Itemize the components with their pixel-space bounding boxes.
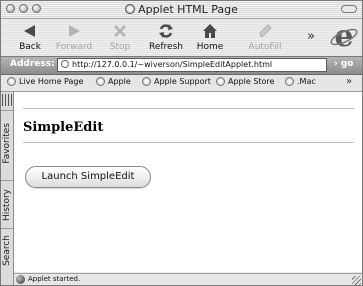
tab-history-label: History: [2, 189, 12, 222]
title-bar[interactable]: Applet HTML Page: [1, 1, 362, 19]
toolbar-more-button[interactable]: »: [307, 29, 315, 44]
tab-history[interactable]: History: [1, 181, 13, 227]
favorite-apple[interactable]: Apple: [96, 77, 131, 86]
tab-favorites-label: Favorites: [2, 123, 12, 164]
autofill-pen-icon: [259, 24, 272, 38]
back-arrow-icon: [24, 25, 35, 37]
favorite-apple-store[interactable]: Apple Store: [216, 77, 274, 86]
bookmark-icon: [7, 77, 16, 86]
resize-grip[interactable]: [352, 276, 361, 285]
favorite-label: .Mac: [297, 77, 316, 86]
favorite-label: Apple Support: [154, 77, 211, 86]
go-button[interactable]: › go: [334, 59, 353, 69]
explorer-bar-tabs: Favorites History Search: [1, 92, 14, 285]
status-bar: Applet started.: [14, 273, 362, 285]
top-divider: [23, 108, 354, 109]
address-field[interactable]: http://127.0.0.1/~wiverson/SimpleEditApp…: [57, 58, 327, 72]
favorite-label: Apple Store: [228, 77, 275, 86]
address-url: http://127.0.0.1/~wiverson/SimpleEditApp…: [72, 60, 273, 69]
home-button-label: Home: [196, 42, 224, 52]
page-heading: SimpleEdit: [23, 120, 104, 135]
launch-simpleedit-button[interactable]: Launch SimpleEdit: [25, 166, 151, 188]
toolbar: Back Forward Stop Refresh Home AutoFill …: [1, 19, 362, 55]
refresh-button[interactable]: Refresh: [143, 21, 189, 53]
page-content: SimpleEdit Launch SimpleEdit: [14, 92, 362, 272]
forward-button[interactable]: Forward: [51, 21, 97, 53]
bookmark-icon: [216, 77, 225, 86]
favorite-live-home-page[interactable]: Live Home Page: [7, 77, 83, 86]
window-title: Applet HTML Page: [1, 3, 362, 16]
favorite-label: Apple: [108, 77, 131, 86]
home-button[interactable]: Home: [187, 21, 233, 53]
toolbar-toggle-button[interactable]: [341, 5, 357, 13]
stop-x-icon: [113, 24, 127, 38]
forward-arrow-icon: [69, 25, 80, 37]
stop-button-label: Stop: [109, 42, 131, 52]
forward-button-label: Forward: [55, 42, 93, 52]
back-button[interactable]: Back: [7, 21, 53, 53]
page-favicon-icon: [61, 60, 69, 68]
bookmark-icon: [96, 77, 105, 86]
autofill-button[interactable]: AutoFill: [242, 21, 288, 53]
favorites-bar: Live Home Page Apple Apple Support Apple…: [1, 75, 362, 92]
favorites-more-button[interactable]: »: [346, 76, 352, 87]
home-icon: [203, 24, 217, 38]
favorite-label: Live Home Page: [19, 77, 84, 86]
stop-button[interactable]: Stop: [97, 21, 143, 53]
tab-favorites[interactable]: Favorites: [1, 111, 13, 179]
window-title-text: Applet HTML Page: [138, 3, 238, 16]
browser-window: Applet HTML Page Back Forward Stop Refre…: [0, 0, 363, 286]
favorite-apple-support[interactable]: Apple Support: [142, 77, 211, 86]
go-button-label: go: [340, 59, 354, 69]
address-bar: Address: http://127.0.0.1/~wiverson/Simp…: [1, 56, 362, 75]
heading-divider: [23, 142, 354, 143]
svg-text:e: e: [334, 21, 353, 51]
page-icon: [125, 4, 136, 14]
explorer-bar-handle[interactable]: [2, 94, 12, 106]
status-globe-icon: [16, 275, 25, 284]
tab-search-label: Search: [2, 235, 12, 266]
bookmark-icon: [285, 77, 294, 86]
refresh-icon: [159, 24, 173, 38]
refresh-button-label: Refresh: [149, 42, 183, 52]
back-button-label: Back: [19, 42, 41, 52]
address-label: Address:: [10, 59, 55, 69]
autofill-button-label: AutoFill: [248, 42, 282, 52]
status-text: Applet started.: [28, 275, 81, 283]
ie-logo-icon: e: [330, 21, 358, 51]
tab-search[interactable]: Search: [1, 229, 13, 279]
bookmark-icon: [142, 77, 151, 86]
favorite-mac[interactable]: .Mac: [285, 77, 316, 86]
